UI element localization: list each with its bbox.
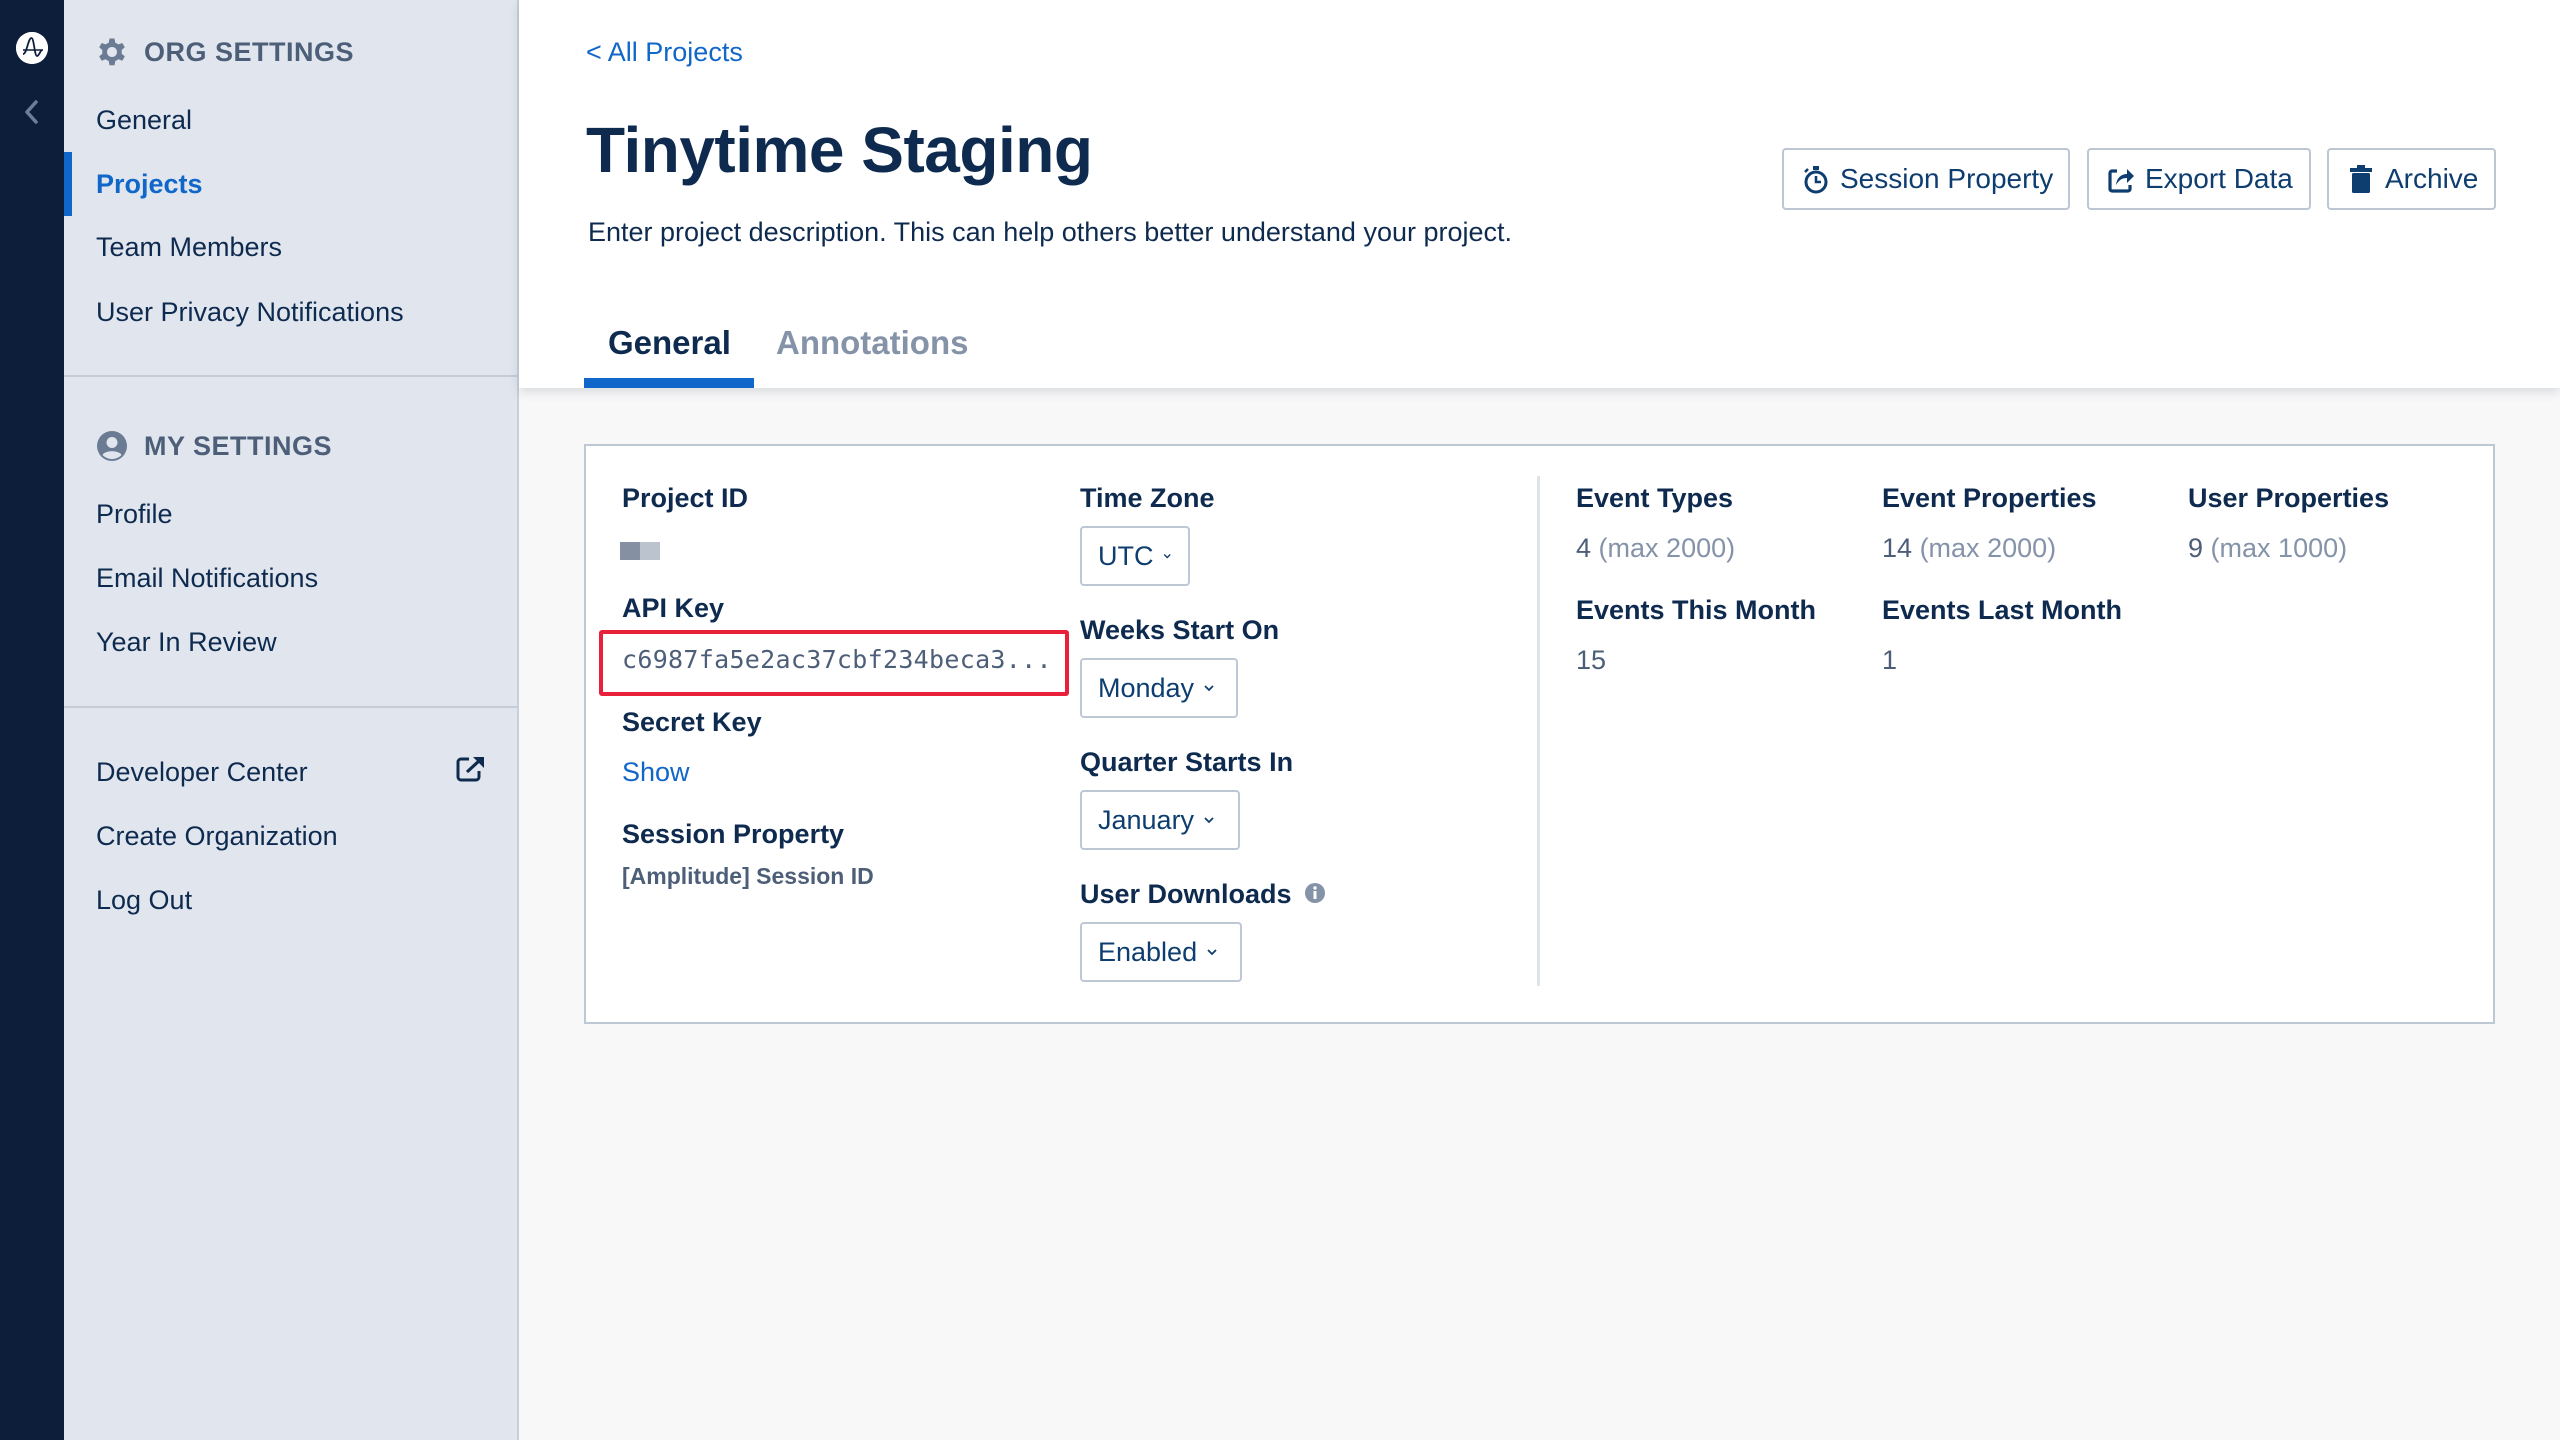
chevron-down-icon xyxy=(1163,554,1171,559)
my-settings-heading: MY SETTINGS xyxy=(96,428,332,464)
session-property-button[interactable]: Session Property xyxy=(1782,148,2070,210)
user-properties-count: 9 xyxy=(2188,533,2204,563)
sidebar-item-email-notifications[interactable]: Email Notifications xyxy=(96,558,318,598)
page-title: Tinytime Staging xyxy=(586,114,1093,186)
events-this-month-label: Events This Month xyxy=(1576,595,1817,625)
my-settings-title: MY SETTINGS xyxy=(144,430,333,461)
event-types-value: 4 (max 2000) xyxy=(1576,530,1735,566)
user-properties-value: 9 (max 1000) xyxy=(2188,530,2347,566)
settings-sidebar: ORG SETTINGS General Projects Team Membe… xyxy=(64,0,519,1440)
show-secret-key-link[interactable]: Show xyxy=(622,754,690,790)
sidebar-item-log-out[interactable]: Log Out xyxy=(96,880,192,920)
sidebar-divider xyxy=(64,706,517,708)
info-icon[interactable] xyxy=(1304,882,1326,904)
sidebar-item-user-privacy-notifications[interactable]: User Privacy Notifications xyxy=(96,292,404,332)
user-downloads-label: User Downloads xyxy=(1080,879,1292,909)
chevron-down-icon xyxy=(1204,817,1214,824)
gear-icon xyxy=(99,38,125,66)
events-last-month-value: 1 xyxy=(1882,645,1898,675)
weeks-start-on-label: Weeks Start On xyxy=(1080,615,1280,645)
org-settings-title: ORG SETTINGS xyxy=(144,36,355,67)
event-properties-limit: (max 2000) xyxy=(1919,533,2057,563)
project-id-value-redacted xyxy=(620,542,660,560)
user-downloads-value: Enabled xyxy=(1098,936,1198,967)
app-nav-rail xyxy=(0,0,64,1440)
session-property-label: Session Property xyxy=(622,819,845,849)
archive-button[interactable]: Archive xyxy=(2327,148,2496,210)
api-key-label: API Key xyxy=(622,593,725,623)
event-properties-label: Event Properties xyxy=(1882,483,2097,513)
quarter-starts-in-label: Quarter Starts In xyxy=(1080,747,1294,777)
events-last-month-label: Events Last Month xyxy=(1882,595,2123,625)
user-properties-label: User Properties xyxy=(2188,483,2390,513)
active-indicator xyxy=(64,152,72,216)
export-data-label: Export Data xyxy=(2145,163,2293,194)
sidebar-item-projects[interactable]: Projects xyxy=(96,164,203,204)
sidebar-item-general[interactable]: General xyxy=(96,100,192,140)
user-circle-icon xyxy=(97,431,127,461)
weeks-start-on-select[interactable]: Monday xyxy=(1080,658,1238,718)
stopwatch-icon xyxy=(1804,166,1828,194)
user-downloads-select[interactable]: Enabled xyxy=(1080,922,1242,982)
sidebar-item-team-members[interactable]: Team Members xyxy=(96,227,282,267)
secret-key-label: Secret Key xyxy=(622,707,762,737)
chevron-down-icon xyxy=(1204,685,1214,692)
sidebar-item-create-organization[interactable]: Create Organization xyxy=(96,816,338,856)
project-id-label: Project ID xyxy=(622,483,749,513)
event-types-limit: (max 2000) xyxy=(1598,533,1736,563)
event-properties-count: 14 xyxy=(1882,533,1913,563)
project-description[interactable]: Enter project description. This can help… xyxy=(588,214,1512,250)
all-projects-link[interactable]: < All Projects xyxy=(586,34,743,70)
amplitude-logo-icon[interactable] xyxy=(16,32,48,64)
event-types-label: Event Types xyxy=(1576,483,1734,513)
active-tab-indicator xyxy=(584,378,754,388)
event-properties-value: 14 (max 2000) xyxy=(1882,530,2056,566)
time-zone-label: Time Zone xyxy=(1080,483,1215,513)
session-property-label: Session Property xyxy=(1840,163,2054,194)
api-key-highlight-box xyxy=(599,630,1069,696)
trash-icon xyxy=(2350,165,2372,193)
event-types-count: 4 xyxy=(1576,533,1592,563)
external-link-icon[interactable] xyxy=(456,756,486,782)
sidebar-item-year-in-review[interactable]: Year In Review xyxy=(96,622,277,662)
chevron-left-icon[interactable] xyxy=(20,98,44,126)
time-zone-select[interactable]: UTC xyxy=(1080,526,1190,586)
sidebar-divider xyxy=(64,375,517,377)
user-properties-limit: (max 1000) xyxy=(2210,533,2348,563)
column-divider xyxy=(1537,476,1540,986)
tab-general[interactable]: General xyxy=(608,320,731,366)
export-data-button[interactable]: Export Data xyxy=(2087,148,2311,210)
quarter-starts-in-select[interactable]: January xyxy=(1080,790,1240,850)
sidebar-item-developer-center[interactable]: Developer Center xyxy=(96,752,308,792)
tab-annotations[interactable]: Annotations xyxy=(776,320,968,366)
time-zone-value: UTC xyxy=(1098,540,1154,571)
sidebar-item-profile[interactable]: Profile xyxy=(96,494,173,534)
quarter-starts-in-value: January xyxy=(1098,804,1195,835)
weeks-start-on-value: Monday xyxy=(1098,672,1195,703)
chevron-down-icon xyxy=(1207,949,1217,956)
archive-label: Archive xyxy=(2385,163,2479,194)
org-settings-heading: ORG SETTINGS xyxy=(96,34,354,70)
share-export-icon xyxy=(2108,169,2134,193)
session-property-value: [Amplitude] Session ID xyxy=(622,863,874,889)
events-this-month-value: 15 xyxy=(1576,645,1607,675)
